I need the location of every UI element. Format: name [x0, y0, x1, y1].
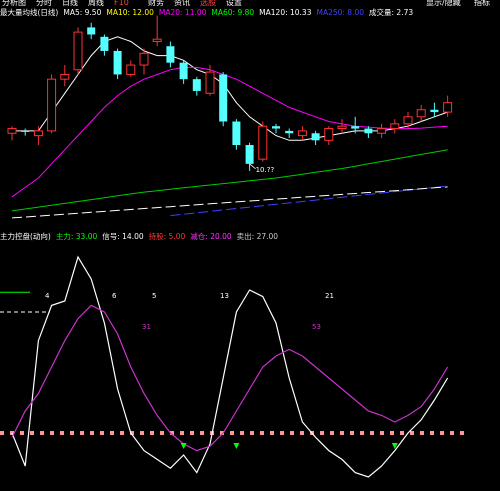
candle-body-down: [272, 126, 280, 129]
candle-body-down: [113, 50, 122, 75]
candle-body-up: [60, 73, 70, 80]
candle-body-up: [7, 128, 17, 134]
candle-body-down: [430, 109, 439, 113]
indicator-chart: 4 6 5 13 21 31 53: [0, 255, 470, 478]
signal-arrow: [233, 443, 240, 449]
candle-body-up: [416, 109, 426, 118]
signal-arrow: [180, 443, 187, 449]
candle-body-down: [219, 74, 228, 122]
indicator-label: 21: [325, 292, 334, 300]
legend-item-4: 减仓: 20.00: [190, 232, 232, 241]
candle-body-up: [297, 130, 307, 137]
candle-body-down: [232, 121, 241, 146]
candle-body-down: [364, 128, 373, 134]
candle-body-up: [324, 128, 334, 141]
candle-body-down: [351, 126, 360, 129]
candle-body-down: [245, 145, 254, 164]
candle-body-down: [192, 79, 201, 91]
candle-body-up: [390, 123, 400, 130]
candle-body-down: [179, 62, 188, 80]
indicator-label: 6: [112, 292, 117, 300]
indicator-label: 31: [142, 323, 151, 331]
legend-item-0: 主力控盘(动向): [0, 232, 51, 241]
candle-body-up: [33, 130, 43, 137]
legend-item-2: 信号: 14.00: [102, 232, 144, 241]
indicator-line-0: [11, 255, 449, 478]
indicator-label: 13: [220, 292, 229, 300]
legend-item-1: 主力: 33.00: [55, 232, 98, 241]
legend-item-3: 持股: 5.00: [148, 232, 186, 241]
candlestick-chart: 10.??: [7, 15, 453, 219]
indicator-legend: 主力控盘(动向) 主力: 33.00 信号: 14.00 持股: 5.00 减仓: 20…: [0, 232, 283, 242]
ma-line-ma120: [170, 185, 448, 217]
candle-body-down: [100, 36, 109, 51]
candle-body-up: [126, 64, 136, 75]
candle-body-down: [87, 27, 96, 35]
candle-body-up: [258, 125, 268, 160]
candle-body-down: [21, 130, 30, 132]
candle-body-down: [166, 46, 175, 63]
indicator-label: 4: [45, 292, 50, 300]
candle-body-down: [311, 133, 320, 141]
ma-line-ma250: [11, 186, 448, 219]
candle-body-up: [443, 102, 453, 113]
candle-body-up: [205, 71, 215, 94]
indicator-label: 53: [312, 323, 321, 331]
candle-body-up: [337, 125, 347, 130]
candle-body-up: [139, 52, 149, 66]
indicator-line-1: [11, 304, 449, 452]
annotation-label: 10.??: [256, 166, 275, 174]
candle-body-down: [285, 130, 294, 134]
candle-body-up: [47, 78, 57, 132]
candle-body-up: [152, 38, 162, 43]
indicator-label: 5: [152, 292, 156, 300]
candle-body-up: [73, 31, 83, 71]
ma-line-ma60: [11, 149, 448, 212]
candle-body-up: [403, 116, 413, 125]
candle-body-up: [377, 128, 387, 134]
legend-item-5: 卖出: 27.00: [236, 232, 279, 241]
